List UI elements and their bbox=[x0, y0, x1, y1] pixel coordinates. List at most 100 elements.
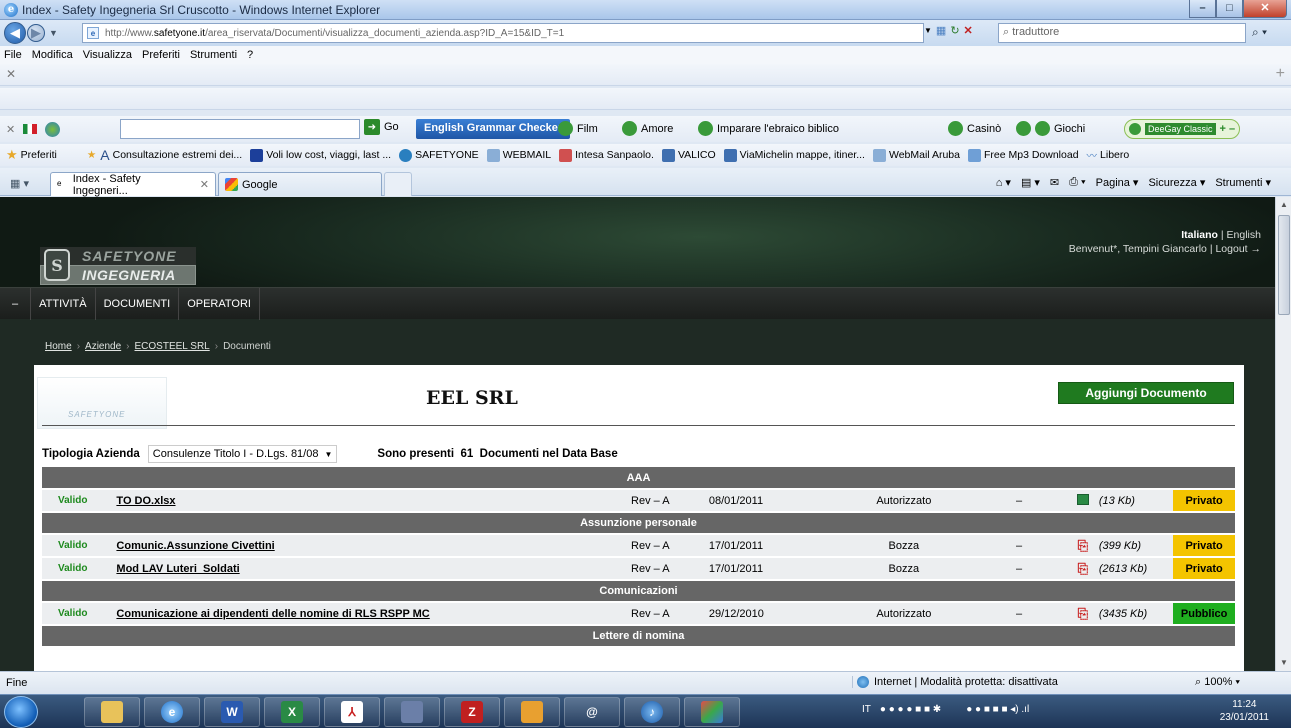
search-input[interactable]: ⌕ traduttore bbox=[998, 23, 1246, 43]
forward-button[interactable]: ▶ bbox=[27, 24, 45, 42]
close-toolbar-icon[interactable]: ✕ bbox=[6, 123, 15, 136]
close-button[interactable]: ✕ bbox=[1243, 0, 1287, 18]
lang-english[interactable]: English bbox=[1227, 229, 1261, 241]
fav-item-viamichelin[interactable]: ViaMichelin mappe, itiner... bbox=[723, 148, 865, 162]
type-select[interactable]: Consulenze Titolo I - D.Lgs. 81/08 ▼ bbox=[147, 445, 338, 463]
close-tab-icon[interactable]: ✕ bbox=[200, 178, 209, 191]
fav-item-intesa[interactable]: Intesa Sanpaolo. bbox=[559, 148, 654, 162]
tools-menu[interactable]: Strumenti ▾ bbox=[1215, 176, 1271, 189]
clock[interactable]: 11:24 23/01/2011 bbox=[1220, 698, 1269, 724]
fav-item-voli[interactable]: Voli low cost, viaggi, last ... bbox=[250, 148, 391, 162]
tab-index[interactable]: e Index - Safety Ingegneri... ✕ bbox=[50, 172, 216, 197]
add-toolbar-icon[interactable]: + bbox=[1276, 65, 1285, 83]
menu-modifica[interactable]: Modifica bbox=[32, 49, 73, 61]
menu-preferiti[interactable]: Preferiti bbox=[142, 49, 180, 61]
pdf-icon[interactable]: ⎘ bbox=[1066, 602, 1099, 626]
casino-button[interactable]: Casinò bbox=[948, 121, 1001, 136]
scroll-thumb[interactable] bbox=[1278, 215, 1290, 315]
italy-flag-icon[interactable] bbox=[23, 124, 38, 134]
document-link[interactable]: Comunicazione ai dipendenti delle nomine… bbox=[116, 602, 632, 626]
url-dropdown-icon[interactable]: ▼ bbox=[924, 26, 932, 35]
history-dropdown-icon[interactable]: ▼ bbox=[49, 28, 58, 38]
menu-strumenti[interactable]: Strumenti bbox=[190, 49, 237, 61]
taskbar-app-b[interactable] bbox=[684, 697, 740, 727]
url-field[interactable]: e http://www. safetyone.it/area_riservata… bbox=[82, 23, 924, 43]
taskbar-explorer[interactable] bbox=[84, 697, 140, 727]
taskbar-app-a[interactable] bbox=[384, 697, 440, 727]
grammar-checker-button[interactable]: English Grammar Checker bbox=[416, 119, 571, 139]
fav-item-aruba[interactable]: WebMail Aruba bbox=[872, 148, 960, 162]
page-menu[interactable]: Pagina ▾ bbox=[1096, 176, 1139, 189]
tray-icons[interactable]: ● ● ● ● ■ ■ ✱ bbox=[880, 704, 941, 715]
fav-item-consultazione[interactable]: A Consultazione estremi dei... bbox=[100, 147, 242, 163]
back-button[interactable]: ◀ bbox=[4, 22, 26, 44]
maximize-button[interactable]: □ bbox=[1216, 0, 1243, 18]
security-menu[interactable]: Sicurezza ▾ bbox=[1148, 176, 1205, 189]
volume-controls-icon[interactable]: + – bbox=[1220, 123, 1236, 135]
fav-item-valico[interactable]: VALICO bbox=[661, 148, 716, 162]
amore-button[interactable]: Amore bbox=[622, 121, 673, 136]
welcome-logout[interactable]: Benvenut*, Tempini Giancarlo | Logout → bbox=[1069, 242, 1261, 256]
lang-italiano[interactable]: Italiano bbox=[1181, 229, 1218, 241]
ebraico-button[interactable]: Imparare l'ebraico biblico bbox=[698, 121, 839, 136]
stop-icon[interactable]: ✕ bbox=[964, 24, 973, 37]
globe-icon[interactable] bbox=[45, 121, 61, 137]
document-link[interactable]: Comunic.Assunzione Civettini bbox=[116, 534, 632, 558]
crumb-company[interactable]: ECOSTEEL SRL bbox=[135, 341, 210, 352]
fav-item-safetyone[interactable]: SAFETYONE bbox=[399, 148, 479, 162]
menu-visualizza[interactable]: Visualizza bbox=[83, 49, 132, 61]
visibility-badge[interactable]: Pubblico bbox=[1173, 602, 1235, 626]
nav-operatori[interactable]: OPERATORI bbox=[179, 287, 260, 320]
add-document-button[interactable]: Aggiungi Documento bbox=[1058, 382, 1234, 404]
visibility-badge[interactable]: Privato bbox=[1173, 534, 1235, 558]
new-tab-button[interactable] bbox=[384, 172, 412, 196]
document-link[interactable]: TO DO.xlsx bbox=[116, 489, 632, 513]
crumb-home[interactable]: Home bbox=[45, 341, 72, 352]
film-button[interactable]: Film bbox=[558, 121, 598, 136]
crumb-aziende[interactable]: Aziende bbox=[85, 341, 121, 352]
print-icon[interactable]: ⎙ ▾ bbox=[1069, 176, 1085, 189]
visibility-badge[interactable]: Privato bbox=[1173, 557, 1235, 581]
quick-tabs-icon[interactable]: ▦ ▾ bbox=[10, 177, 29, 190]
taskbar-filezilla[interactable]: Z bbox=[444, 697, 500, 727]
fav-item-libero[interactable]: 〰 Libero bbox=[1087, 148, 1130, 163]
taskbar-word[interactable]: W bbox=[204, 697, 260, 727]
giochi-button[interactable]: Giochi bbox=[1016, 121, 1085, 136]
zoom-control[interactable]: ⌕ 100% ▾ bbox=[1195, 676, 1240, 689]
visibility-badge[interactable]: Privato bbox=[1173, 489, 1235, 513]
minimize-button[interactable]: – bbox=[1189, 0, 1216, 18]
mail-icon[interactable]: ✉ bbox=[1050, 176, 1059, 189]
go-button[interactable]: ➜ Go bbox=[364, 119, 399, 135]
taskbar-acrobat[interactable]: ⅄ bbox=[324, 697, 380, 727]
vertical-scrollbar[interactable]: ▲ ▼ bbox=[1275, 197, 1291, 671]
add-favorite-icon[interactable]: ★ bbox=[87, 149, 96, 161]
tray-icons-2[interactable]: ● ● ■ ■ ■ ◂) .ıl bbox=[966, 704, 1029, 715]
search-go-icon[interactable]: ⌕ ▾ bbox=[1252, 25, 1267, 40]
taskbar-itunes[interactable]: ♪ bbox=[624, 697, 680, 727]
deegay-widget[interactable]: DeeGay Classic + – bbox=[1124, 119, 1241, 139]
close-toolbar-icon[interactable]: ✕ bbox=[6, 67, 16, 81]
scroll-down-icon[interactable]: ▼ bbox=[1277, 655, 1291, 671]
scroll-up-icon[interactable]: ▲ bbox=[1277, 197, 1291, 213]
favorites-button[interactable]: ★ Preferiti bbox=[6, 147, 57, 163]
pdf-icon[interactable]: ⎘ bbox=[1066, 557, 1099, 581]
excel-icon[interactable] bbox=[1066, 489, 1099, 513]
pdf-icon[interactable]: ⎘ bbox=[1066, 534, 1099, 558]
menu-help[interactable]: ? bbox=[247, 49, 253, 61]
taskbar-excel[interactable]: X bbox=[264, 697, 320, 727]
feeds-icon[interactable]: ▤ ▾ bbox=[1021, 176, 1040, 189]
refresh-icon[interactable]: ↻ bbox=[950, 24, 959, 37]
nav-attivita[interactable]: ATTIVITÀ bbox=[31, 287, 96, 320]
home-icon[interactable]: ⌂ ▾ bbox=[996, 176, 1011, 189]
language-indicator[interactable]: IT bbox=[862, 704, 871, 715]
taskbar-ie[interactable]: e bbox=[144, 697, 200, 727]
taskbar-mail[interactable] bbox=[504, 697, 560, 727]
toolbar-search-input[interactable] bbox=[120, 119, 360, 139]
nav-collapse[interactable]: – bbox=[0, 287, 32, 320]
fav-item-webmail[interactable]: WEBMAIL bbox=[486, 148, 551, 162]
tab-google[interactable]: Google bbox=[218, 172, 382, 196]
site-logo[interactable]: S SAFETYONE INGEGNERIA bbox=[40, 247, 196, 287]
document-link[interactable]: Mod LAV Luteri_Soldati bbox=[116, 557, 632, 581]
taskbar-at[interactable]: @ bbox=[564, 697, 620, 727]
start-button[interactable] bbox=[4, 696, 38, 728]
